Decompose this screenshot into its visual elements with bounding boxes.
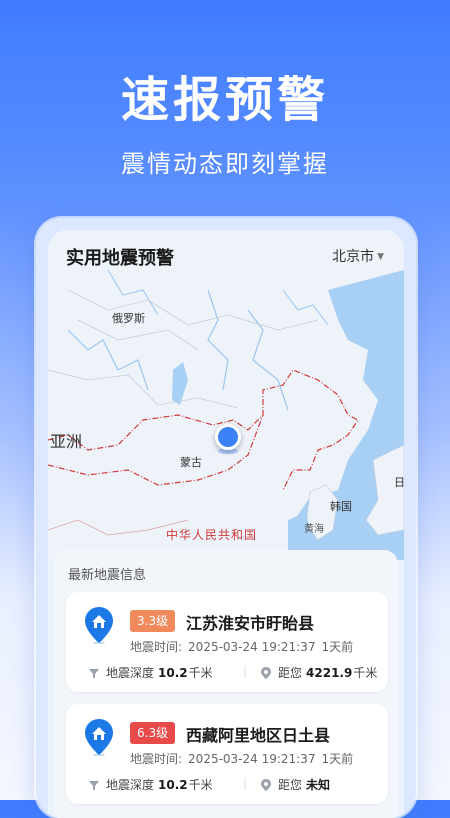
app-screen: 俄罗斯 亚洲 蒙古 中华人民共和国 韩国 黄海 日 实用地震预警 北京市 ▼ 最新… [48,230,404,818]
quake-card[interactable]: 3.3级 江苏淮安市盱眙县 地震时间: 2025-03-24 19:21:37 1天… [66,592,388,692]
distance-label: 距您 [278,666,303,680]
time-label: 地震时间: [130,640,183,654]
app-header: 实用地震预警 北京市 ▼ [48,230,404,278]
city-selector[interactable]: 北京市 ▼ [332,246,384,266]
quake-card[interactable]: 6.3级 西藏阿里地区日土县 地震时间: 2025-03-24 19:21:37 1… [66,704,388,804]
location-icon [261,779,271,791]
depth-icon [89,781,99,790]
depth-label: 地震深度 [106,666,155,680]
time-value: 2025-03-24 19:21:37 [188,640,316,654]
depth-icon [89,669,99,678]
magnitude-badge: 6.3级 [130,722,176,744]
time-ago: 1天前 [321,640,354,654]
map-label-yellow-sea: 黄海 [304,524,324,535]
hero-subtitle: 震情动态即刻掌握 [121,150,329,178]
depth-value: 10.2 [158,666,188,680]
magnitude-badge: 3.3级 [130,610,176,632]
distance-unit: 千米 [353,666,378,680]
depth-unit: 千米 [188,666,213,680]
map-label-korea: 韩国 [330,500,352,513]
quake-info-row: 地震深度 10.2千米 | 距您 4221.9千米 [88,664,378,681]
city-label: 北京市 [332,249,375,265]
quake-location: 西藏阿里地区日土县 [186,726,331,745]
map-label-japan: 日 [394,476,404,489]
distance-label: 距您 [278,778,303,792]
house-pin-icon [85,607,113,644]
map-view[interactable]: 俄罗斯 亚洲 蒙古 中华人民共和国 韩国 黄海 日 [48,230,404,560]
location-icon [261,667,271,679]
distance-value: 未知 [306,778,331,792]
quake-list-title: 最新地震信息 [68,568,147,583]
map-label-asia: 亚洲 [50,432,83,451]
quake-info-row: 地震深度 10.2千米 | 距您 未知 [88,776,378,793]
current-location-icon[interactable] [215,424,241,450]
distance-value: 4221.9 [306,666,353,680]
quake-list-panel: 最新地震信息 3.3级 江苏淮安市盱眙县 地震时间: 2025-03-24 19:… [54,550,398,818]
divider: | [243,776,248,790]
quake-location: 江苏淮安市盱眙县 [186,614,315,633]
phone-mockup: 俄罗斯 亚洲 蒙古 中华人民共和国 韩国 黄海 日 实用地震预警 北京市 ▼ 最新… [36,218,416,818]
app-title: 实用地震预警 [66,248,174,269]
quake-time-row: 地震时间: 2025-03-24 19:21:37 1天前 [130,638,359,655]
map-label-russia: 俄罗斯 [112,312,145,325]
hero-title: 速报预警 [120,72,329,128]
depth-value: 10.2 [158,778,188,792]
depth-unit: 千米 [188,778,213,792]
caret-down-icon: ▼ [377,252,384,262]
map-label-mongolia: 蒙古 [180,456,202,469]
depth-label: 地震深度 [106,778,155,792]
house-pin-icon [85,719,113,756]
time-ago: 1天前 [321,752,354,766]
time-value: 2025-03-24 19:21:37 [188,752,316,766]
quake-time-row: 地震时间: 2025-03-24 19:21:37 1天前 [130,750,359,767]
divider: | [243,664,248,678]
time-label: 地震时间: [130,752,183,766]
map-label-china: 中华人民共和国 [166,528,258,542]
